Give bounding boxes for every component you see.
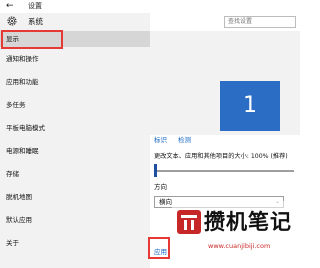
watermark-url: www.cuanjibiji.com	[208, 242, 271, 250]
window-title: 设置	[28, 2, 42, 10]
identify-link[interactable]: 标识	[154, 135, 167, 145]
sidebar-item-about[interactable]: 关于	[0, 235, 150, 251]
sidebar-item-multitasking[interactable]: 多任务	[0, 97, 150, 113]
display-preview-area: 1	[150, 31, 300, 135]
monitor-1[interactable]: 1	[220, 81, 280, 131]
sidebar-header: 系统	[0, 13, 150, 31]
watermark: 攒机笔记 www.cuanjibiji.com	[172, 201, 300, 268]
detect-link[interactable]: 检测	[178, 135, 191, 145]
scale-slider-thumb[interactable]	[154, 164, 157, 177]
sidebar-item-power-sleep[interactable]: 电源和睡眠	[0, 143, 150, 159]
highlight-box-apply	[148, 237, 170, 259]
sidebar-item-apps[interactable]: 应用和功能	[0, 74, 150, 90]
search-box[interactable]	[224, 16, 296, 28]
sidebar-item-offline-maps[interactable]: 脱机地图	[0, 189, 150, 205]
orientation-value: 横向	[159, 198, 172, 206]
sidebar-header-label: 系统	[28, 17, 43, 26]
sidebar-item-notifications[interactable]: 通知和操作	[0, 51, 150, 67]
sidebar-item-tablet-mode[interactable]: 平板电脑模式	[0, 120, 150, 136]
settings-window: ← 设置 系统 显示 通知和操作 应用和功能 多任务 平板电脑模式 电源和睡眠 …	[0, 0, 300, 268]
watermark-logo-icon	[177, 210, 201, 234]
orientation-label: 方向	[154, 183, 167, 191]
gear-icon	[7, 16, 17, 26]
highlight-box-display	[1, 30, 63, 49]
watermark-text: 攒机笔记	[204, 209, 292, 234]
back-arrow-icon[interactable]: ←	[6, 1, 14, 11]
search-input[interactable]	[228, 17, 292, 27]
scale-label: 更改文本、应用和其他项目的大小: 100% (推荐)	[154, 153, 288, 160]
sidebar-item-storage[interactable]: 存储	[0, 166, 150, 182]
sidebar-item-default-apps[interactable]: 默认应用	[0, 212, 150, 228]
sidebar: 系统 显示 通知和操作 应用和功能 多任务 平板电脑模式 电源和睡眠 存储 脱机…	[0, 13, 150, 268]
title-bar: ← 设置	[0, 0, 300, 14]
scale-slider-track[interactable]	[154, 170, 294, 172]
